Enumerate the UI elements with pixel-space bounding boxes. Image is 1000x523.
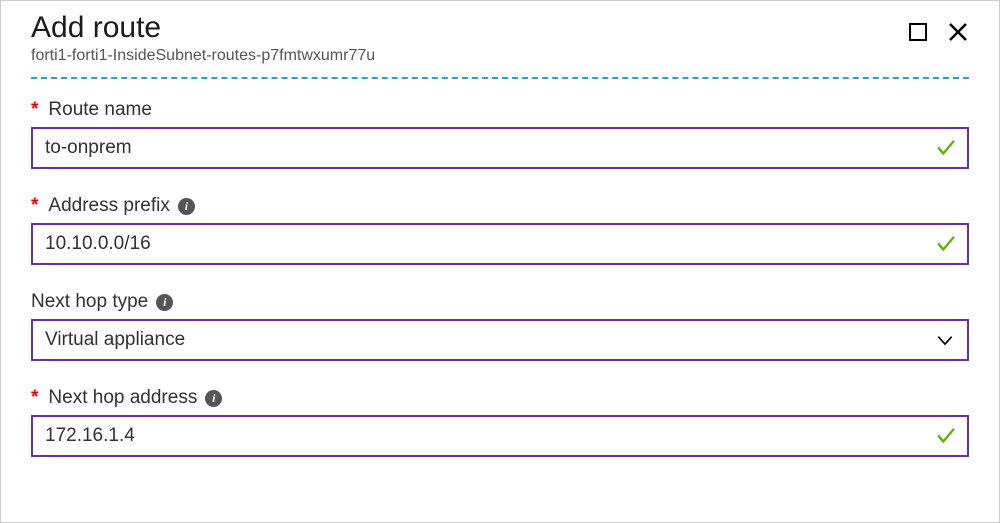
route-name-label: * Route name bbox=[31, 99, 969, 121]
label-text: Next hop type bbox=[31, 291, 148, 313]
route-name-input-wrap bbox=[31, 127, 969, 169]
address-prefix-input-wrap bbox=[31, 223, 969, 265]
field-next-hop-type: Next hop type i Virtual appliance bbox=[31, 291, 969, 361]
next-hop-address-input[interactable] bbox=[33, 417, 967, 455]
info-icon[interactable]: i bbox=[205, 390, 222, 407]
required-asterisk: * bbox=[31, 195, 38, 217]
label-text: Route name bbox=[48, 99, 152, 121]
panel-header: Add route forti1-forti1-InsideSubnet-rou… bbox=[31, 11, 969, 77]
field-route-name: * Route name bbox=[31, 99, 969, 169]
next-hop-address-input-wrap bbox=[31, 415, 969, 457]
required-asterisk: * bbox=[31, 387, 38, 409]
address-prefix-label: * Address prefix i bbox=[31, 195, 969, 217]
add-route-panel: Add route forti1-forti1-InsideSubnet-rou… bbox=[1, 1, 999, 503]
field-next-hop-address: * Next hop address i bbox=[31, 387, 969, 457]
next-hop-type-select[interactable]: Virtual appliance bbox=[31, 319, 969, 361]
maximize-icon[interactable] bbox=[909, 23, 927, 41]
next-hop-address-label: * Next hop address i bbox=[31, 387, 969, 409]
checkmark-icon bbox=[935, 425, 957, 447]
panel-title: Add route bbox=[31, 11, 909, 45]
info-icon[interactable]: i bbox=[156, 294, 173, 311]
next-hop-type-label: Next hop type i bbox=[31, 291, 969, 313]
label-text: Address prefix bbox=[48, 195, 169, 217]
checkmark-icon bbox=[935, 137, 957, 159]
label-text: Next hop address bbox=[48, 387, 197, 409]
field-address-prefix: * Address prefix i bbox=[31, 195, 969, 265]
checkmark-icon bbox=[935, 233, 957, 255]
chevron-down-icon bbox=[935, 330, 955, 350]
select-value: Virtual appliance bbox=[33, 321, 967, 359]
header-divider bbox=[31, 77, 969, 79]
required-asterisk: * bbox=[31, 99, 38, 121]
close-icon[interactable] bbox=[947, 21, 969, 43]
info-icon[interactable]: i bbox=[178, 198, 195, 215]
route-name-input[interactable] bbox=[33, 129, 967, 167]
address-prefix-input[interactable] bbox=[33, 225, 967, 263]
panel-subtitle: forti1-forti1-InsideSubnet-routes-p7fmtw… bbox=[31, 47, 909, 65]
